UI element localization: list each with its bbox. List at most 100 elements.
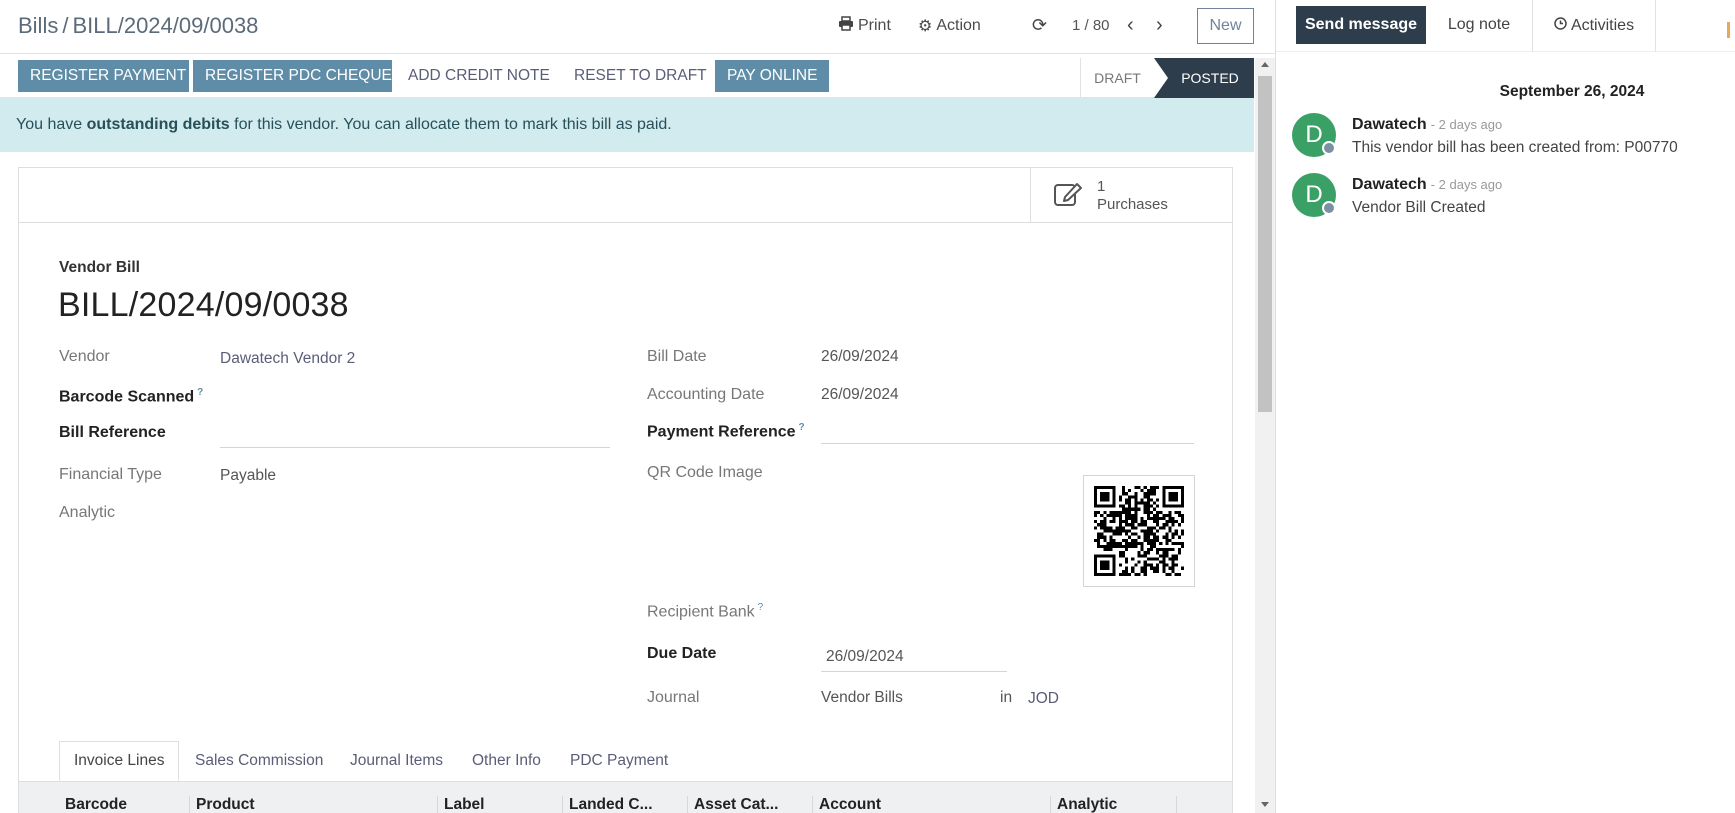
purchases-count: 1 — [1097, 177, 1106, 195]
previous-record-icon[interactable]: ‹ — [1127, 14, 1134, 37]
column-header-account[interactable]: Account — [812, 796, 881, 813]
stage-draft[interactable]: DRAFT — [1080, 58, 1154, 98]
send-message-button[interactable]: Send message — [1296, 6, 1426, 44]
tab-pdc-payment[interactable]: PDC Payment — [556, 741, 682, 781]
presence-status-icon — [1322, 201, 1336, 215]
scroll-up-arrow-icon[interactable] — [1261, 62, 1269, 67]
qr-code-icon — [1094, 486, 1184, 576]
column-header-label[interactable]: Label — [437, 796, 484, 813]
register-payment-button[interactable]: REGISTER PAYMENT — [18, 60, 189, 92]
pager-value[interactable]: 1 / 80 — [1072, 17, 1110, 34]
column-header-options[interactable] — [1176, 796, 1232, 813]
log-note-button[interactable]: Log note — [1426, 6, 1532, 44]
journal-in-text: in — [1000, 689, 1013, 706]
form-view: Bills / BILL/2024/09/0038 Print ⚙ Action ⟳… — [0, 0, 1275, 813]
chatter-message: D Dawatech - 2 days ago Vendor Bill Creat… — [1292, 173, 1732, 223]
bill-date-label: Bill Date — [647, 348, 707, 365]
tab-invoice-lines[interactable]: Invoice Lines — [59, 741, 180, 781]
statusbar: REGISTER PAYMENT REGISTER PDC CHEQUE ADD… — [0, 58, 1254, 98]
payment-reference-label: Payment Reference? — [647, 422, 805, 441]
bill-reference-input[interactable] — [220, 447, 610, 448]
stage-posted[interactable]: POSTED — [1154, 58, 1254, 98]
activities-button[interactable]: Activities — [1532, 0, 1656, 52]
qr-code-image[interactable] — [1083, 475, 1195, 587]
clock-icon — [1554, 17, 1567, 35]
chatter-edge-marker — [1727, 22, 1730, 38]
recipient-bank-label: Recipient Bank? — [647, 602, 764, 621]
register-pdc-cheque-button[interactable]: REGISTER PDC CHEQUE — [193, 60, 392, 92]
add-credit-note-button[interactable]: ADD CREDIT NOTE — [396, 60, 562, 92]
message-body: Vendor Bill Created — [1352, 199, 1486, 216]
breadcrumb: Bills / BILL/2024/09/0038 — [18, 13, 258, 39]
tab-other-info[interactable]: Other Info — [458, 741, 555, 781]
due-date-label: Due Date — [647, 645, 717, 662]
column-header-product[interactable]: Product — [189, 796, 255, 813]
tab-sales-commission[interactable]: Sales Commission — [181, 741, 337, 781]
vendor-label: Vendor — [59, 348, 110, 365]
bill-date-field[interactable]: 26/09/2024 — [821, 348, 899, 366]
reset-to-draft-button[interactable]: RESET TO DRAFT — [562, 60, 719, 92]
gear-icon: ⚙ — [918, 18, 933, 35]
chatter-panel: Send message Log note Activities Septemb… — [1275, 0, 1735, 813]
next-record-icon[interactable]: › — [1156, 14, 1163, 37]
alert-prefix: You have — [16, 116, 87, 133]
analytic-label: Analytic — [59, 504, 116, 521]
bill-reference-label: Bill Reference — [59, 424, 166, 441]
accounting-date-label: Accounting Date — [647, 386, 765, 403]
scroll-down-arrow-icon[interactable] — [1261, 802, 1269, 807]
control-panel: Bills / BILL/2024/09/0038 Print ⚙ Action ⟳… — [0, 0, 1275, 54]
message-author[interactable]: Dawatech - 2 days ago — [1352, 116, 1502, 134]
journal-currency-field[interactable]: JOD — [1028, 690, 1059, 708]
journal-label: Journal — [647, 689, 700, 706]
message-body: This vendor bill has been created from: … — [1352, 139, 1678, 156]
pay-online-button[interactable]: PAY ONLINE — [715, 60, 829, 92]
column-header-barcode[interactable]: Barcode — [59, 796, 127, 813]
help-icon[interactable]: ? — [758, 602, 764, 613]
help-icon[interactable]: ? — [799, 422, 805, 433]
due-date-field[interactable]: 26/09/2024 — [826, 648, 904, 666]
refresh-icon[interactable]: ⟳ — [1032, 15, 1047, 36]
smart-button-box: 1 Purchases — [19, 168, 1232, 223]
new-button[interactable]: New — [1197, 8, 1254, 44]
outstanding-debits-alert: You have outstanding debits for this ven… — [0, 98, 1254, 152]
breadcrumb-current: BILL/2024/09/0038 — [72, 13, 259, 38]
column-header-landed-cost[interactable]: Landed C... — [562, 796, 653, 813]
print-icon — [838, 16, 854, 36]
barcode-scanned-label: Barcode Scanned? — [59, 387, 204, 406]
column-header-analytic[interactable]: Analytic — [1050, 796, 1117, 813]
edit-icon — [1053, 180, 1083, 212]
accounting-date-field[interactable]: 26/09/2024 — [821, 386, 899, 404]
message-timestamp: - 2 days ago — [1430, 177, 1503, 192]
purchases-smart-button[interactable]: 1 Purchases — [1030, 168, 1232, 223]
bill-number-title: BILL/2024/09/0038 — [58, 286, 349, 324]
journal-field[interactable]: Vendor Bills — [821, 689, 903, 707]
presence-status-icon — [1322, 141, 1336, 155]
vendor-field[interactable]: Dawatech Vendor 2 — [220, 350, 355, 368]
chatter-date-separator: September 26, 2024 — [1499, 83, 1645, 100]
column-header-asset-category[interactable]: Asset Cat... — [687, 796, 778, 813]
alert-bold-text: outstanding debits — [86, 116, 230, 133]
financial-type-label: Financial Type — [59, 466, 162, 483]
invoice-lines-table-header: Barcode Product Label Landed C... Asset … — [19, 781, 1232, 813]
financial-type-field[interactable]: Payable — [220, 467, 276, 485]
form-scrollbar[interactable] — [1255, 58, 1275, 813]
chatter-message: D Dawatech - 2 days ago This vendor bill … — [1292, 113, 1732, 163]
bill-type-label: Vendor Bill — [59, 259, 140, 276]
chatter-topbar: Send message Log note Activities — [1276, 0, 1735, 52]
due-date-input-underline — [821, 671, 1007, 672]
action-label: Action — [936, 17, 981, 34]
message-author[interactable]: Dawatech - 2 days ago — [1352, 176, 1502, 194]
help-icon[interactable]: ? — [197, 387, 203, 398]
print-label: Print — [858, 17, 891, 34]
payment-reference-input[interactable] — [821, 443, 1194, 444]
activities-label: Activities — [1570, 17, 1635, 34]
form-sheet: 1 Purchases Vendor Bill BILL/2024/09/003… — [18, 167, 1233, 813]
notebook-tabs: Invoice Lines Sales Commission Journal I… — [59, 741, 1233, 781]
action-button[interactable]: ⚙ Action — [918, 16, 981, 36]
scrollbar-thumb[interactable] — [1258, 76, 1272, 412]
print-button[interactable]: Print — [838, 16, 891, 36]
purchases-label: Purchases — [1097, 195, 1168, 213]
breadcrumb-bills-link[interactable]: Bills — [18, 13, 58, 38]
tab-journal-items[interactable]: Journal Items — [336, 741, 457, 781]
qr-code-image-label: QR Code Image — [647, 464, 763, 481]
